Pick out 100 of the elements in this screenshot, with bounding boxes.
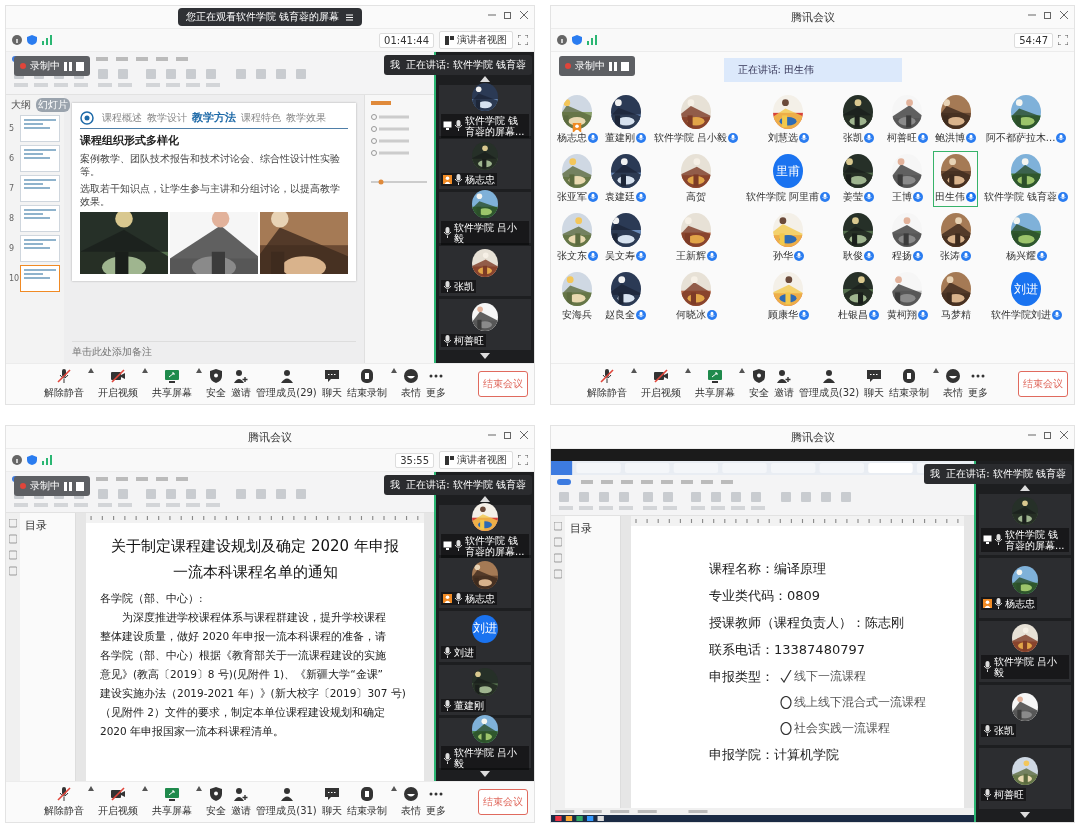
video-button[interactable]: 开启视频 <box>97 368 140 400</box>
pause-icon[interactable] <box>609 61 617 71</box>
participant-tile[interactable]: 张凯 <box>835 92 881 148</box>
caret-icon[interactable] <box>88 368 95 373</box>
participant-tile[interactable]: 刘慧选 <box>744 92 833 148</box>
video-tile[interactable]: 董建刚 <box>439 664 531 715</box>
video-tile[interactable]: 杨志忠 <box>439 558 531 609</box>
end-meeting-button[interactable]: 结束会议 <box>478 371 528 397</box>
panel-tab[interactable]: 大纲 <box>9 98 33 112</box>
caret-icon[interactable] <box>196 368 203 373</box>
participant-tile[interactable]: 袁建廷 <box>603 151 649 207</box>
reactions-button[interactable]: 表情 <box>942 368 965 400</box>
stop-icon[interactable] <box>76 481 84 491</box>
slide-thumbnail[interactable] <box>20 235 60 262</box>
video-tile[interactable]: 杨志忠 <box>979 557 1071 619</box>
restore-icon[interactable] <box>1044 11 1052 19</box>
slide-thumbnail[interactable] <box>20 145 60 172</box>
recording-indicator[interactable]: 录制中 <box>14 476 90 496</box>
caret-icon[interactable] <box>142 786 149 791</box>
participant-tile[interactable]: 姜莹 <box>835 151 881 207</box>
end-meeting-button[interactable]: 结束会议 <box>1018 371 1068 397</box>
close-icon[interactable] <box>520 431 528 439</box>
participant-tile[interactable]: 程扬 <box>884 210 930 266</box>
members-button[interactable]: 管理成员(29) <box>255 368 318 400</box>
participant-tile[interactable]: 张文东 <box>554 210 600 266</box>
video-tile[interactable]: 软件学院 吕小毅 <box>439 192 531 243</box>
caret-icon[interactable] <box>390 786 397 791</box>
share-screen-button[interactable]: 共享屏幕 <box>151 368 194 400</box>
participant-tile[interactable]: 董建刚 <box>603 92 649 148</box>
more-button[interactable]: 更多 <box>967 368 990 400</box>
restore-icon[interactable] <box>504 11 512 19</box>
security-button[interactable]: 安全 <box>205 368 228 400</box>
participant-tile[interactable]: 杨志忠 <box>554 92 600 148</box>
share-screen-button[interactable]: 共享屏幕 <box>693 368 736 400</box>
pause-icon[interactable] <box>64 61 72 71</box>
record-button[interactable]: 结束录制 <box>345 368 388 400</box>
video-button[interactable]: 开启视频 <box>97 786 140 818</box>
view-mode-button[interactable]: 演讲者视图 <box>439 451 513 469</box>
video-tile[interactable]: 张凯 <box>979 684 1071 746</box>
participant-tile[interactable]: 黄柯翔 <box>884 269 930 325</box>
participant-tile[interactable]: 鲍洪博 <box>933 92 979 148</box>
slide-thumbnail[interactable] <box>20 175 60 202</box>
participant-tile[interactable]: 王博 <box>884 151 930 207</box>
fullscreen-icon[interactable] <box>1058 35 1068 45</box>
recording-indicator[interactable]: 录制中 <box>559 56 635 76</box>
video-tile[interactable]: 软件学院 钱育蓉的屏幕... <box>979 494 1071 555</box>
security-button[interactable]: 安全 <box>747 368 770 400</box>
reactions-button[interactable]: 表情 <box>399 368 422 400</box>
recording-indicator[interactable]: 录制中 <box>14 56 90 76</box>
caret-icon[interactable] <box>390 368 397 373</box>
participant-tile[interactable]: 高贺 <box>652 151 741 207</box>
chat-button[interactable]: 聊天 <box>863 368 886 400</box>
invite-button[interactable]: 邀请 <box>230 786 253 818</box>
close-icon[interactable] <box>520 11 528 19</box>
participant-tile[interactable]: 柯善旺 <box>884 92 930 148</box>
participant-tile[interactable]: 里甫 软件学院 阿里甫 <box>744 151 833 207</box>
video-tile[interactable]: 软件学院 吕小毅 <box>439 717 531 768</box>
participant-tile[interactable]: 吴文寿 <box>603 210 649 266</box>
share-screen-button[interactable]: 共享屏幕 <box>151 786 194 818</box>
participant-tile[interactable]: 安海兵 <box>554 269 600 325</box>
participant-tile[interactable]: 张亚军 <box>554 151 600 207</box>
notes-placeholder[interactable]: 单击此处添加备注 <box>72 341 356 359</box>
restore-icon[interactable] <box>1044 431 1052 439</box>
participant-tile[interactable]: 阿不都萨拉木... <box>982 92 1071 148</box>
video-tile[interactable]: 刘进 刘进 <box>439 611 531 662</box>
video-tile[interactable]: 柯善旺 <box>979 748 1071 809</box>
stop-icon[interactable] <box>621 61 629 71</box>
video-tile[interactable]: 杨志忠 <box>439 138 531 190</box>
end-meeting-button[interactable]: 结束会议 <box>478 789 528 815</box>
video-tile[interactable]: 软件学院 吕小毅 <box>979 621 1071 682</box>
more-button[interactable]: 更多 <box>424 368 447 400</box>
chat-button[interactable]: 聊天 <box>320 786 343 818</box>
security-button[interactable]: 安全 <box>205 786 228 818</box>
restore-icon[interactable] <box>504 431 512 439</box>
video-button[interactable]: 开启视频 <box>639 368 682 400</box>
menu-icon[interactable] <box>345 12 355 22</box>
participant-tile[interactable]: 孙华 <box>744 210 833 266</box>
fullscreen-icon[interactable] <box>518 35 528 45</box>
participant-tile[interactable]: 张涛 <box>933 210 979 266</box>
participant-tile[interactable]: 马梦精 <box>933 269 979 325</box>
pause-icon[interactable] <box>64 481 72 491</box>
caret-icon[interactable] <box>196 786 203 791</box>
participant-tile[interactable]: 何晓冰 <box>652 269 741 325</box>
chat-button[interactable]: 聊天 <box>320 368 343 400</box>
caret-icon[interactable] <box>933 368 940 373</box>
caret-icon[interactable] <box>88 786 95 791</box>
stop-icon[interactable] <box>76 61 84 71</box>
unmute-button[interactable]: 解除静音 <box>585 368 628 400</box>
participant-tile[interactable]: 顾康华 <box>744 269 833 325</box>
participant-tile[interactable]: 赵良全 <box>603 269 649 325</box>
participant-tile[interactable]: 王新辉 <box>652 210 741 266</box>
slide-thumbnail[interactable] <box>20 265 60 292</box>
unmute-button[interactable]: 解除静音 <box>43 368 86 400</box>
reactions-button[interactable]: 表情 <box>399 786 422 818</box>
video-tile[interactable]: 柯善旺 <box>439 299 531 350</box>
slide-thumbnail[interactable] <box>20 205 60 232</box>
caret-icon[interactable] <box>738 368 745 373</box>
participant-tile[interactable]: 杜银昌 <box>835 269 881 325</box>
close-icon[interactable] <box>1060 431 1068 439</box>
members-button[interactable]: 管理成员(32) <box>797 368 861 400</box>
